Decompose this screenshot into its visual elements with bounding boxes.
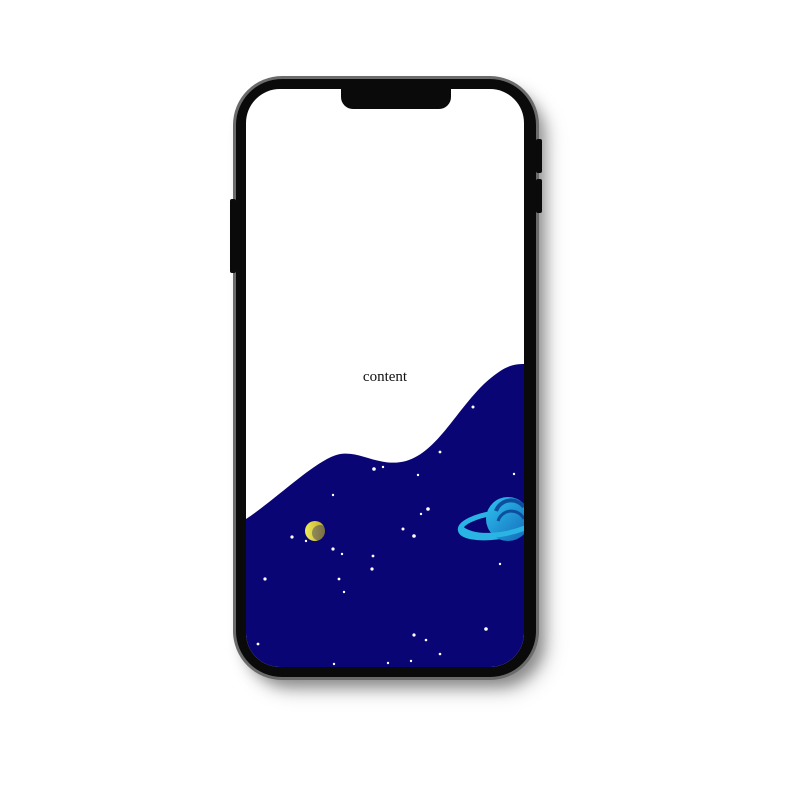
phone-notch: [341, 89, 451, 109]
phone-screen: content: [246, 89, 524, 667]
canvas: content: [0, 0, 803, 793]
power-button-lower: [536, 179, 542, 213]
volume-button: [230, 199, 236, 273]
power-button-upper: [536, 139, 542, 173]
phone-mockup: content: [230, 79, 542, 677]
content-label: content: [362, 369, 408, 385]
